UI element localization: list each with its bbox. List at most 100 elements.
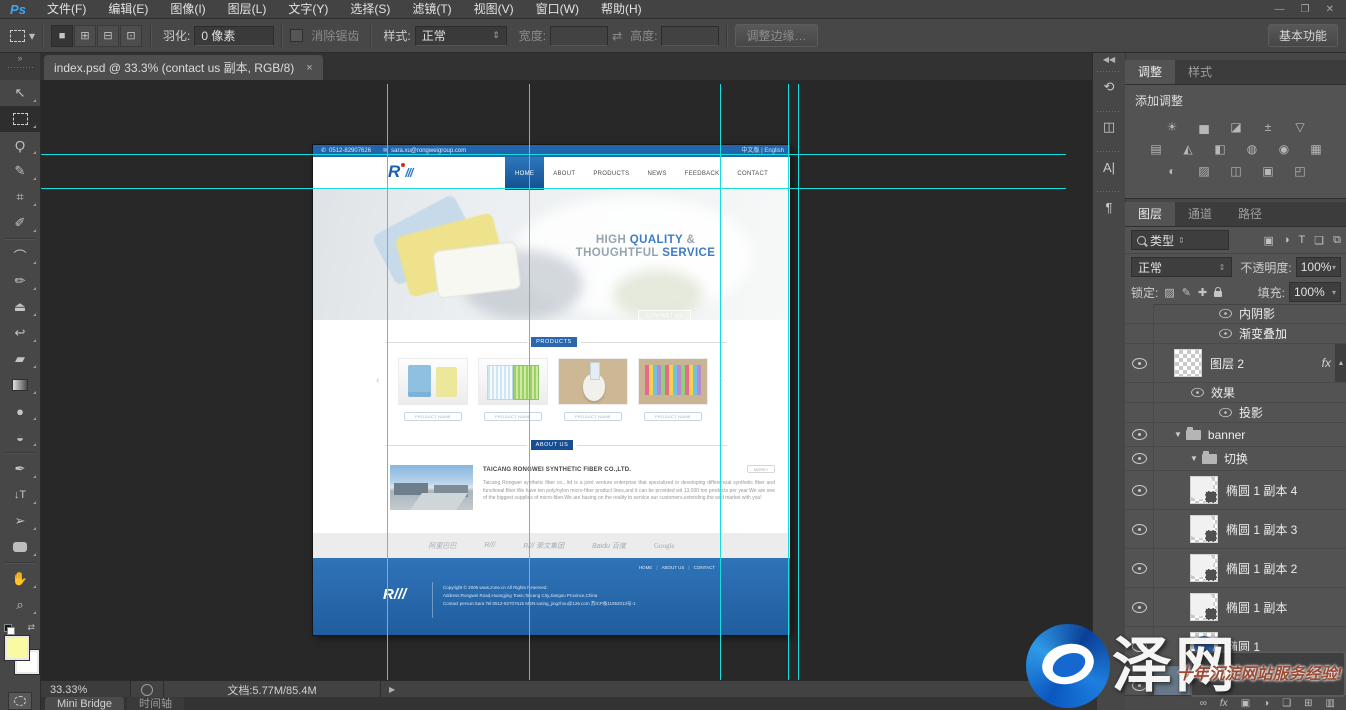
layer-mask-icon[interactable]: ▣ xyxy=(1241,698,1250,709)
fx-badge[interactable]: fx xyxy=(1322,356,1331,370)
link-layers-icon[interactable]: ∞ xyxy=(1200,698,1207,709)
hue-saturation-icon[interactable]: ▤ xyxy=(1145,141,1168,156)
rounded-rectangle-tool[interactable] xyxy=(0,534,40,560)
lock-transparent-pixels-icon[interactable]: ▨ xyxy=(1164,286,1174,299)
shape-layer-thumbnail[interactable] xyxy=(1190,476,1218,504)
quick-selection-tool[interactable]: ✎ xyxy=(0,158,40,184)
tab-adjustments[interactable]: 调整 xyxy=(1125,60,1175,84)
tab-paths[interactable]: 路径 xyxy=(1225,202,1275,226)
dock-collapse-button[interactable]: ◀◀ xyxy=(1093,52,1125,67)
properties-panel-button[interactable]: ◫ xyxy=(1093,107,1125,147)
horizontal-guide[interactable] xyxy=(40,154,1066,155)
hand-tool[interactable]: ✋ xyxy=(0,566,40,592)
partner-logo-baidu[interactable]: Baidu 百度 xyxy=(592,541,626,551)
menu-item-window[interactable]: 窗口(W) xyxy=(525,0,590,18)
tab-mini-bridge[interactable]: Mini Bridge xyxy=(45,697,124,710)
blur-tool[interactable]: ● xyxy=(0,398,40,424)
disclosure-triangle[interactable]: ▼ xyxy=(1174,430,1182,439)
layer-effect-row[interactable]: 投影 xyxy=(1125,403,1346,423)
close-button[interactable]: ✕ xyxy=(1326,4,1334,15)
spot-healing-brush-tool[interactable]: ⌒ xyxy=(0,242,40,268)
layer-effect-row[interactable]: 渐变叠加 xyxy=(1125,324,1346,344)
canvas-viewport[interactable]: ✆ 0512-82907626 ✉ sara.xu@rongweigroup.c… xyxy=(40,80,1092,680)
foreground-color-swatch[interactable] xyxy=(5,636,29,660)
antialias-checkbox[interactable] xyxy=(290,29,303,42)
vertical-guide[interactable] xyxy=(529,84,530,680)
style-select[interactable]: 正常 ⇕ xyxy=(415,26,507,46)
visibility-eye-icon[interactable] xyxy=(1219,309,1232,318)
more-button[interactable]: MORE+ xyxy=(747,465,775,473)
lock-position-icon[interactable]: ✚ xyxy=(1198,286,1207,299)
intersect-selection-mode-button[interactable]: ⊡ xyxy=(120,25,142,47)
refine-edge-button[interactable]: 调整边缘… xyxy=(735,24,817,47)
selective-color-icon[interactable]: ◰ xyxy=(1289,163,1312,178)
paragraph-panel-button[interactable]: ¶ xyxy=(1093,187,1125,227)
visibility-eye-icon[interactable] xyxy=(1132,641,1147,652)
footer-link-home[interactable]: HOME xyxy=(639,565,653,570)
menu-item-image[interactable]: 图像(I) xyxy=(159,0,216,18)
photo-filter-icon[interactable]: ◍ xyxy=(1241,141,1264,156)
move-tool[interactable]: ↖ xyxy=(0,80,40,106)
product-image[interactable] xyxy=(478,358,548,405)
add-selection-mode-button[interactable]: ⊞ xyxy=(74,25,96,47)
type-layer-filter-icon[interactable]: T xyxy=(1299,234,1306,247)
partner-logo-rongwei[interactable]: R/// xyxy=(484,542,495,549)
vertical-guide[interactable] xyxy=(387,84,388,680)
posterize-icon[interactable]: ▨ xyxy=(1193,163,1216,178)
clone-stamp-tool[interactable]: ⏏ xyxy=(0,294,40,320)
footer-link-about[interactable]: ABOUT US xyxy=(652,565,684,570)
opacity-input[interactable]: 100% ▾ xyxy=(1296,257,1341,277)
layer-filter-select[interactable]: 类型 ⇕ xyxy=(1131,230,1229,250)
curves-icon[interactable]: ◪ xyxy=(1225,119,1248,134)
levels-icon[interactable]: ▅ xyxy=(1193,119,1216,134)
group-row-qiehuan[interactable]: ▼ 切换 xyxy=(1125,447,1346,471)
visibility-eye-icon[interactable] xyxy=(1132,602,1147,613)
quick-mask-button[interactable] xyxy=(8,692,32,710)
shape-layer-thumbnail[interactable] xyxy=(1190,515,1218,543)
default-colors-icon[interactable] xyxy=(4,624,14,634)
zoom-level-field[interactable]: 33.33% xyxy=(40,681,131,698)
channel-mixer-icon[interactable]: ◉ xyxy=(1273,141,1296,156)
history-brush-tool[interactable]: ↩ xyxy=(0,320,40,346)
partner-logo-alibaba[interactable]: 阿里巴巴 xyxy=(428,541,456,551)
minimize-button[interactable]: — xyxy=(1275,4,1285,15)
height-input[interactable] xyxy=(661,26,719,46)
vertical-guide[interactable] xyxy=(798,84,799,680)
dodge-tool[interactable]: ◒ xyxy=(0,424,40,450)
footer-link-contact[interactable]: CONTACT xyxy=(684,565,715,570)
visibility-eye-icon[interactable] xyxy=(1219,408,1232,417)
partner-logo-google[interactable]: Google xyxy=(654,542,675,550)
history-panel-button[interactable]: ⟲ xyxy=(1093,67,1125,107)
blend-mode-select[interactable]: 正常 ⇕ xyxy=(1131,257,1232,277)
close-document-icon[interactable]: × xyxy=(306,62,312,74)
swap-colors-icon[interactable]: ⇄ xyxy=(27,622,35,633)
pen-tool[interactable]: ✒ xyxy=(0,456,40,482)
new-selection-mode-button[interactable]: ■ xyxy=(51,25,73,47)
selected-layer-row[interactable]: ! contact us 副本 xyxy=(1125,666,1346,696)
menu-item-help[interactable]: 帮助(H) xyxy=(590,0,653,18)
invert-icon[interactable]: ◐ xyxy=(1161,163,1184,178)
gradient-tool[interactable] xyxy=(0,372,40,398)
menu-item-file[interactable]: 文件(F) xyxy=(36,0,97,18)
product-image[interactable] xyxy=(398,358,468,405)
delete-layer-icon[interactable]: ▥ xyxy=(1326,698,1335,709)
layer-row[interactable]: 椭圆 1 副本 3 xyxy=(1125,510,1346,549)
new-group-icon[interactable]: ❑ xyxy=(1282,698,1291,709)
menu-item-select[interactable]: 选择(S) xyxy=(339,0,401,18)
vertical-guide[interactable] xyxy=(720,84,721,680)
product-name-button[interactable]: PRODUCT NAME xyxy=(644,412,702,421)
restore-button[interactable]: ❐ xyxy=(1301,4,1310,15)
threshold-icon[interactable]: ◫ xyxy=(1225,163,1248,178)
workspace-switcher-button[interactable]: 基本功能 xyxy=(1268,24,1338,47)
vertical-guide[interactable] xyxy=(788,84,789,680)
ellipse-layer-thumbnail[interactable] xyxy=(1190,632,1218,660)
brightness-contrast-icon[interactable]: ☀ xyxy=(1161,119,1184,134)
layer-style-icon[interactable]: fx xyxy=(1220,698,1228,709)
visibility-eye-icon[interactable] xyxy=(1132,453,1147,464)
color-balance-icon[interactable]: ◭ xyxy=(1177,141,1200,156)
contact-us-button[interactable]: CONTACT US xyxy=(638,310,691,320)
lasso-tool[interactable]: Ϙ xyxy=(0,132,40,158)
path-selection-tool[interactable]: ➢ xyxy=(0,508,40,534)
product-image[interactable] xyxy=(558,358,628,405)
disclosure-triangle[interactable]: ▼ xyxy=(1190,454,1198,463)
